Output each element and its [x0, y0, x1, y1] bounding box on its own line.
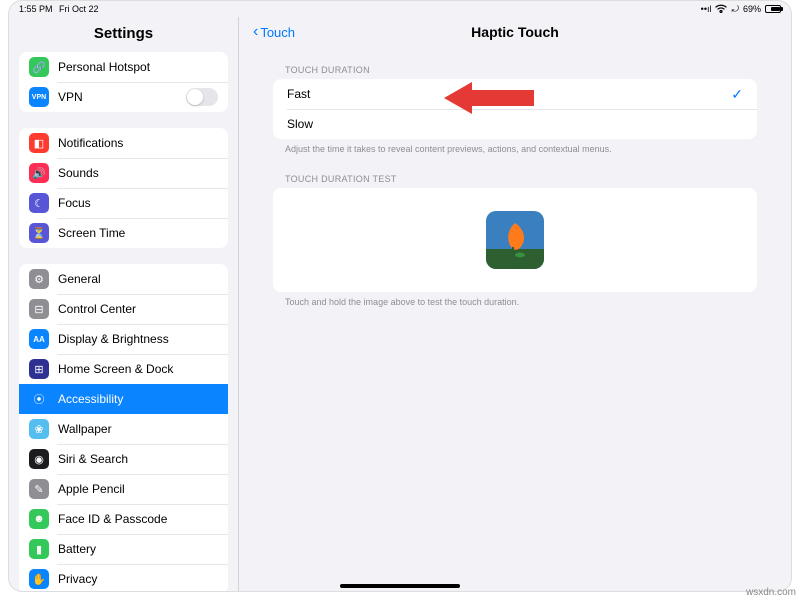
- sidebar-item-label: Sounds: [58, 166, 99, 180]
- back-button[interactable]: ‹ Touch: [253, 23, 295, 41]
- duration-test-header: TOUCH DURATION TEST: [273, 166, 757, 188]
- option-label: Fast: [287, 87, 310, 101]
- home-screen-icon: ⊞: [29, 359, 49, 379]
- privacy-icon: ✋: [29, 569, 49, 589]
- sidebar-item-vpn[interactable]: VPN VPN: [19, 82, 228, 112]
- accessibility-icon: ⦿: [29, 389, 49, 409]
- page-title: Haptic Touch: [471, 24, 559, 40]
- sidebar-item-screen-time[interactable]: ⏳ Screen Time: [19, 218, 228, 248]
- sidebar-item-label: Privacy: [58, 572, 97, 586]
- display-icon: AA: [29, 329, 49, 349]
- checkmark-icon: ✓: [731, 86, 743, 103]
- sidebar-item-home-screen[interactable]: ⊞ Home Screen & Dock: [19, 354, 228, 384]
- home-indicator[interactable]: [340, 584, 460, 588]
- sidebar-item-label: Face ID & Passcode: [58, 512, 167, 526]
- sidebar-item-display[interactable]: AA Display & Brightness: [19, 324, 228, 354]
- sidebar-item-control-center[interactable]: ⊟ Control Center: [19, 294, 228, 324]
- chevron-left-icon: ‹: [253, 23, 258, 41]
- battery-settings-icon: ▮: [29, 539, 49, 559]
- sidebar-item-label: Home Screen & Dock: [58, 362, 173, 376]
- content-area: Settings 🔗 Personal Hotspot VPN VPN: [9, 17, 791, 591]
- sidebar-item-label: Apple Pencil: [58, 482, 125, 496]
- focus-icon: ☾: [29, 193, 49, 213]
- sidebar-item-face-id[interactable]: ☻ Face ID & Passcode: [19, 504, 228, 534]
- sidebar-item-personal-hotspot[interactable]: 🔗 Personal Hotspot: [19, 52, 228, 82]
- option-label: Slow: [287, 117, 313, 131]
- sidebar-item-apple-pencil[interactable]: ✎ Apple Pencil: [19, 474, 228, 504]
- sidebar-item-label: Notifications: [58, 136, 123, 150]
- touch-duration-list: Fast ✓ Slow: [273, 79, 757, 139]
- status-right: ••ıl ⤾ 69%: [697, 4, 781, 15]
- device-frame: 1:55 PM Fri Oct 22 ••ıl ⤾ 69% Settings 🔗…: [8, 0, 792, 592]
- touch-duration-header: TOUCH DURATION: [273, 57, 757, 79]
- sidebar-group-connectivity: 🔗 Personal Hotspot VPN VPN: [19, 52, 228, 112]
- signal-icon: ••ıl: [701, 4, 712, 14]
- main-body[interactable]: TOUCH DURATION Fast ✓ Slow Adjust the ti…: [239, 51, 791, 591]
- sidebar-title: Settings: [9, 17, 238, 52]
- status-date: Fri Oct 22: [59, 4, 99, 14]
- duration-option-slow[interactable]: Slow: [273, 109, 757, 139]
- sidebar-item-focus[interactable]: ☾ Focus: [19, 188, 228, 218]
- sidebar-item-label: Screen Time: [58, 226, 125, 240]
- duration-option-fast[interactable]: Fast ✓: [273, 79, 757, 109]
- hotspot-icon: 🔗: [29, 57, 49, 77]
- duration-test-card: [273, 188, 757, 292]
- sidebar-group-main: ⚙ General ⊟ Control Center AA Display & …: [19, 264, 228, 591]
- battery-icon: [765, 5, 781, 13]
- wifi-icon: [715, 4, 727, 15]
- sidebar-item-battery[interactable]: ▮ Battery: [19, 534, 228, 564]
- sidebar-item-label: Control Center: [58, 302, 136, 316]
- sidebar-item-label: VPN: [58, 90, 83, 104]
- sidebar-item-label: Siri & Search: [58, 452, 128, 466]
- status-bar: 1:55 PM Fri Oct 22 ••ıl ⤾ 69%: [9, 1, 791, 17]
- status-time: 1:55 PM: [19, 4, 53, 14]
- sounds-icon: 🔊: [29, 163, 49, 183]
- touch-duration-footer: Adjust the time it takes to reveal conte…: [273, 139, 757, 166]
- settings-sidebar: Settings 🔗 Personal Hotspot VPN VPN: [9, 17, 238, 591]
- sidebar-item-privacy[interactable]: ✋ Privacy: [19, 564, 228, 591]
- sidebar-item-label: Accessibility: [58, 392, 123, 406]
- wallpaper-icon: ❀: [29, 419, 49, 439]
- sidebar-item-sounds[interactable]: 🔊 Sounds: [19, 158, 228, 188]
- sidebar-item-siri[interactable]: ◉ Siri & Search: [19, 444, 228, 474]
- siri-icon: ◉: [29, 449, 49, 469]
- face-id-icon: ☻: [29, 509, 49, 529]
- screen-time-icon: ⏳: [29, 223, 49, 243]
- sidebar-item-label: General: [58, 272, 101, 286]
- general-icon: ⚙: [29, 269, 49, 289]
- sidebar-scroll[interactable]: 🔗 Personal Hotspot VPN VPN ◧ Notificatio…: [9, 52, 238, 591]
- main-header: ‹ Touch Haptic Touch: [239, 17, 791, 51]
- vpn-icon: VPN: [29, 87, 49, 107]
- rotation-lock-icon: ⤾: [731, 4, 739, 15]
- sidebar-item-label: Wallpaper: [58, 422, 112, 436]
- control-center-icon: ⊟: [29, 299, 49, 319]
- watermark: wsxdn.com: [746, 587, 796, 598]
- sidebar-item-wallpaper[interactable]: ❀ Wallpaper: [19, 414, 228, 444]
- sidebar-item-label: Personal Hotspot: [58, 60, 150, 74]
- vpn-toggle[interactable]: [186, 88, 218, 106]
- back-label: Touch: [260, 25, 295, 40]
- sidebar-group-alerts: ◧ Notifications 🔊 Sounds ☾ Focus ⏳ Scree…: [19, 128, 228, 248]
- main-panel: ‹ Touch Haptic Touch TOUCH DURATION Fast…: [239, 17, 791, 591]
- sidebar-item-label: Focus: [58, 196, 91, 210]
- test-image[interactable]: [486, 211, 544, 269]
- sidebar-item-label: Display & Brightness: [58, 332, 169, 346]
- status-left: 1:55 PM Fri Oct 22: [19, 4, 103, 14]
- sidebar-item-accessibility[interactable]: ⦿ Accessibility: [19, 384, 228, 414]
- pencil-icon: ✎: [29, 479, 49, 499]
- sidebar-item-general[interactable]: ⚙ General: [19, 264, 228, 294]
- battery-pct: 69%: [743, 4, 761, 14]
- notifications-icon: ◧: [29, 133, 49, 153]
- sidebar-item-notifications[interactable]: ◧ Notifications: [19, 128, 228, 158]
- sidebar-item-label: Battery: [58, 542, 96, 556]
- duration-test-footer: Touch and hold the image above to test t…: [273, 292, 757, 319]
